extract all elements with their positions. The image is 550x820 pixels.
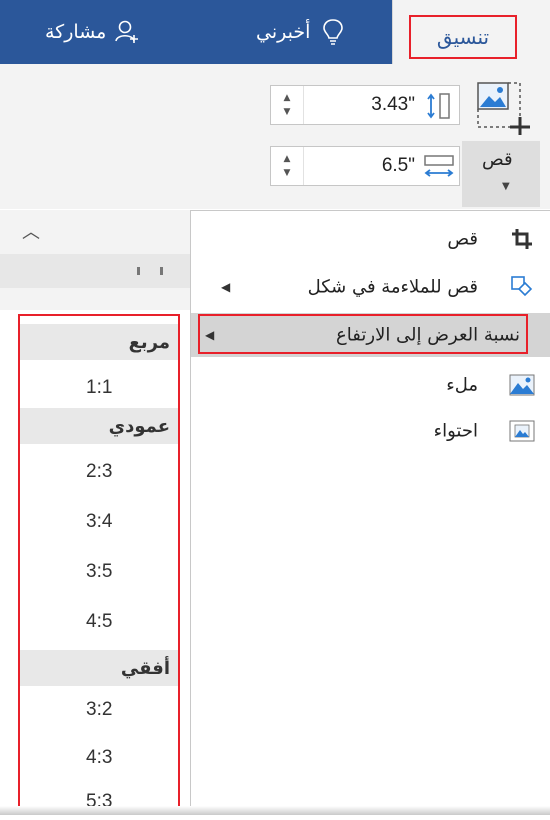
crop-picture-icon bbox=[477, 82, 530, 135]
fill-icon bbox=[508, 371, 536, 399]
tab-format[interactable]: تنسيق bbox=[392, 0, 550, 66]
crop-icon bbox=[508, 225, 536, 253]
category-landscape: أفقي bbox=[18, 650, 180, 686]
menu-item-fill-label: ملء bbox=[446, 374, 478, 396]
add-person-icon bbox=[115, 20, 139, 43]
menu-item-fill[interactable]: ملء bbox=[191, 363, 550, 407]
bottom-divider bbox=[0, 806, 550, 815]
menu-item-aspect-ratio-label: نسبة العرض إلى الارتفاع bbox=[336, 324, 520, 346]
menu-item-crop-to-shape[interactable]: ◀ قص للملاءمة في شكل bbox=[191, 265, 550, 309]
collapse-ribbon-icon[interactable]: ︿ bbox=[22, 218, 40, 244]
submenu-arrow-icon: ◀ bbox=[205, 328, 215, 342]
height-value: 3.43" bbox=[371, 94, 415, 115]
ruler-marker-icon bbox=[160, 267, 163, 275]
lightbulb-icon bbox=[323, 19, 344, 45]
ratio-4-5[interactable]: 4:5 bbox=[18, 604, 180, 640]
crop-dropdown-toggle[interactable]: قص ▼ bbox=[462, 141, 540, 207]
ratio-3-2[interactable]: 3:2 bbox=[18, 692, 180, 728]
crop-dropdown-menu: قص ◀ قص للملاءمة في شكل ◀ نسبة العرض إلى… bbox=[190, 210, 550, 815]
tell-me-label: أخبرني bbox=[256, 21, 311, 43]
menu-item-aspect-ratio[interactable]: ◀ نسبة العرض إلى الارتفاع bbox=[191, 313, 550, 357]
ratio-2-3[interactable]: 2:3 bbox=[18, 454, 180, 490]
shape-crop-icon bbox=[508, 273, 536, 301]
width-value: 6.5" bbox=[381, 155, 415, 176]
menu-item-crop-to-shape-label: قص للملاءمة في شكل bbox=[307, 276, 478, 298]
ratio-1-1[interactable]: 1:1 bbox=[18, 370, 180, 406]
share-label: مشاركة bbox=[45, 21, 107, 43]
share-button[interactable]: مشاركة bbox=[45, 0, 140, 64]
width-spin-arrows[interactable]: ▲ ▼ bbox=[271, 147, 304, 185]
tab-format-label: تنسيق bbox=[409, 15, 517, 59]
ruler-strip bbox=[0, 254, 190, 288]
category-portrait: عمودي bbox=[18, 408, 180, 444]
aspect-ratio-submenu: مربع 1:1 عمودي 2:3 3:4 3:5 4:5 أفقي 3:2 … bbox=[18, 314, 180, 812]
ratio-3-4[interactable]: 3:4 bbox=[18, 504, 180, 540]
crop-split-button[interactable]: قص ▼ bbox=[462, 77, 540, 207]
height-spinner[interactable]: ▲ ▼ 3.43" bbox=[270, 85, 460, 125]
crop-button-label: قص bbox=[482, 149, 513, 170]
chevron-down-icon: ▼ bbox=[502, 181, 510, 192]
ruler-marker-icon bbox=[137, 267, 140, 275]
ratio-3-5[interactable]: 3:5 bbox=[18, 554, 180, 590]
category-square: مربع bbox=[18, 324, 180, 360]
height-spin-arrows[interactable]: ▲ ▼ bbox=[271, 86, 304, 124]
menu-item-crop-label: قص bbox=[447, 228, 478, 250]
tell-me-button[interactable]: أخبرني bbox=[256, 0, 344, 64]
ratio-4-3[interactable]: 4:3 bbox=[18, 740, 180, 776]
menu-item-fit-label: احتواء bbox=[433, 420, 478, 442]
fit-icon bbox=[508, 417, 536, 445]
menu-item-fit[interactable]: احتواء bbox=[191, 409, 550, 453]
shape-height-icon bbox=[427, 93, 450, 119]
menu-item-crop[interactable]: قص bbox=[191, 217, 550, 261]
width-spinner[interactable]: ▲ ▼ 6.5" bbox=[270, 146, 460, 186]
submenu-arrow-icon: ◀ bbox=[221, 280, 231, 294]
shape-width-icon bbox=[424, 155, 454, 177]
